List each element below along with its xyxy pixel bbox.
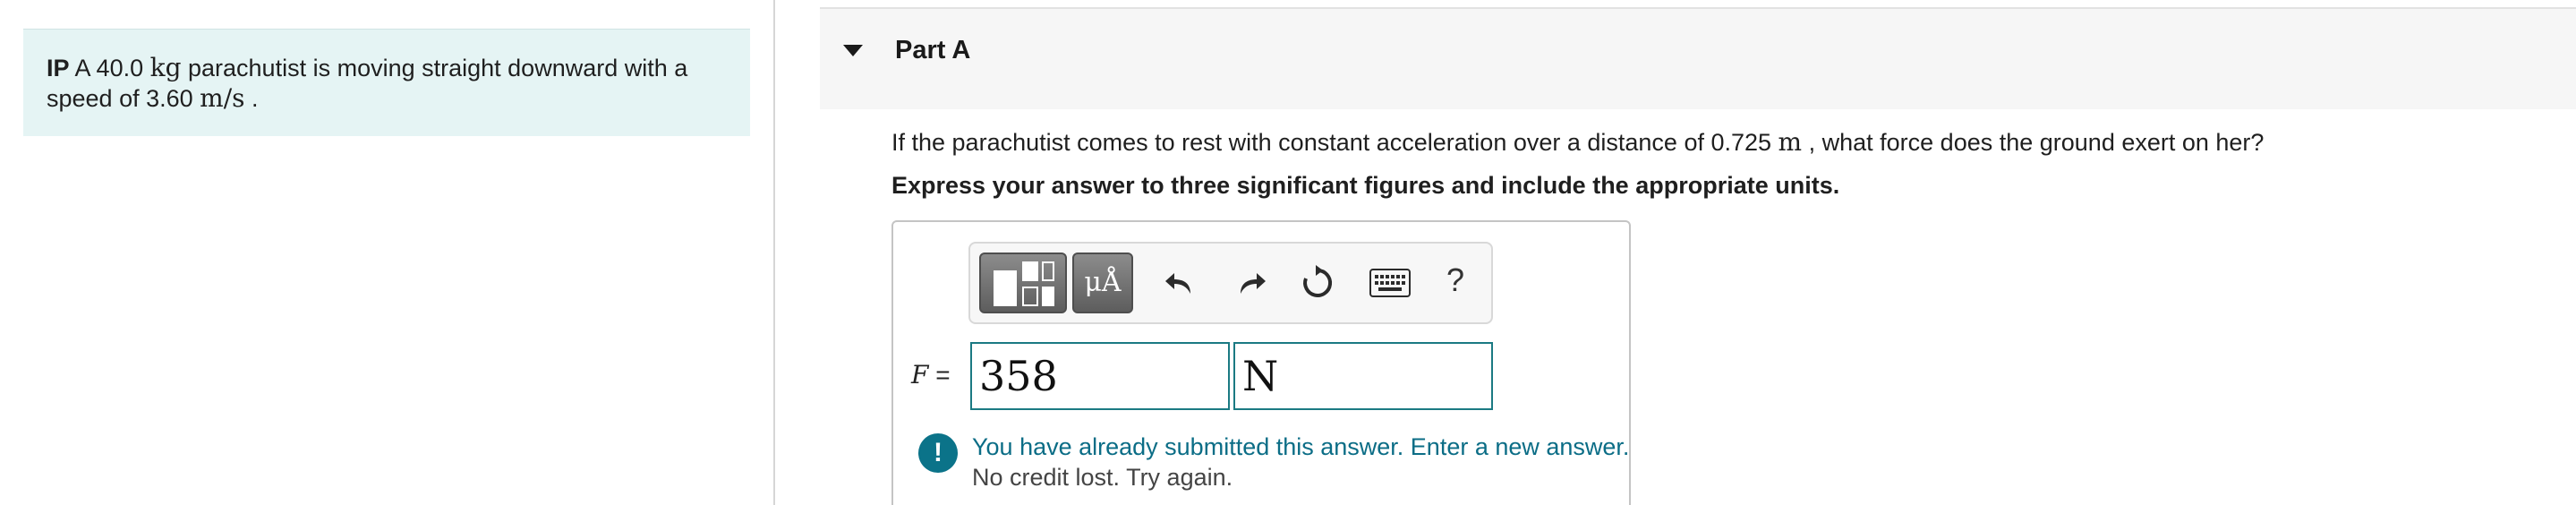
answer-variable: F — [911, 360, 929, 389]
problem-unit-mass: kg — [149, 53, 182, 82]
reset-icon[interactable] — [1298, 263, 1337, 303]
question-text: If the parachutist comes to rest with co… — [891, 127, 2264, 157]
part-title: Part A — [895, 36, 971, 64]
problem-statement: IP A 40.0 kg parachutist is moving strai… — [23, 29, 750, 136]
redo-icon[interactable] — [1230, 263, 1269, 303]
question-unit: m — [1778, 127, 1803, 157]
problem-prefix: IP — [47, 55, 70, 81]
collapse-caret-icon[interactable] — [843, 45, 863, 56]
answer-variable-label: F = — [911, 360, 951, 389]
feedback-message: You have already submitted this answer. … — [972, 433, 1630, 460]
answer-box: μÅ ? F = 358 N ! You have already submit… — [891, 220, 1631, 505]
feedback-detail: No credit lost. Try again. — [972, 464, 1233, 491]
answer-equals: = — [928, 361, 951, 389]
units-button[interactable]: μÅ — [1072, 252, 1133, 313]
help-button[interactable]: ? — [1446, 261, 1464, 299]
answer-units-input[interactable]: N — [1233, 342, 1493, 410]
keyboard-icon[interactable] — [1369, 269, 1411, 297]
math-toolbar: μÅ ? — [968, 242, 1493, 324]
panel-divider — [773, 0, 775, 505]
alert-icon: ! — [918, 433, 958, 473]
page: IP A 40.0 kg parachutist is moving strai… — [0, 0, 2576, 505]
templates-icon — [994, 261, 1054, 306]
problem-text-1: A 40.0 — [69, 55, 150, 81]
answer-value-input[interactable]: 358 — [970, 342, 1230, 410]
undo-icon[interactable] — [1162, 263, 1201, 303]
question-text-2: , what force does the ground exert on he… — [1802, 129, 2265, 156]
problem-unit-speed: m/s — [200, 83, 245, 113]
part-header[interactable]: Part A — [820, 7, 2576, 109]
templates-button[interactable] — [979, 252, 1067, 313]
answer-instruction: Express your answer to three significant… — [891, 172, 1840, 199]
question-text-1: If the parachutist comes to rest with co… — [891, 129, 1778, 156]
problem-text-3: . — [244, 85, 259, 112]
